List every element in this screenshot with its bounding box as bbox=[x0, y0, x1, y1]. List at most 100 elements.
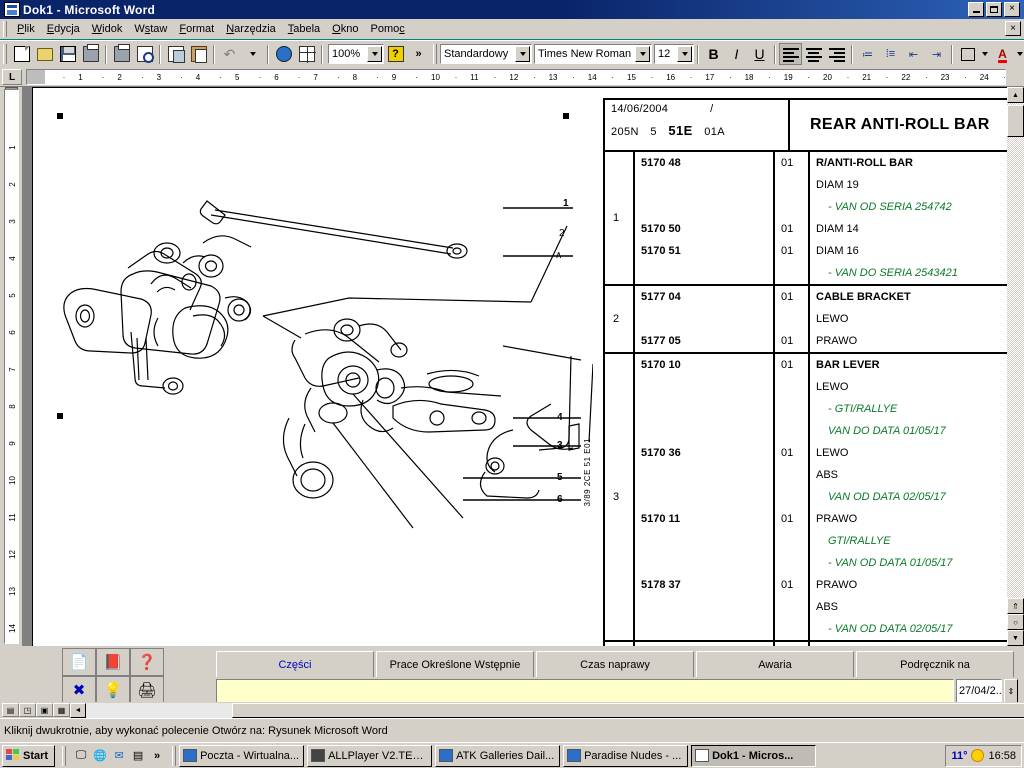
italic-button[interactable]: I bbox=[725, 43, 748, 65]
borders-button[interactable] bbox=[956, 43, 979, 65]
align-right-button[interactable] bbox=[825, 43, 848, 65]
horizontal-scroll-thumb[interactable] bbox=[232, 703, 1024, 718]
panel-tab-2[interactable]: Czas naprawy bbox=[536, 651, 694, 677]
menu-wstaw[interactable]: Wstaw bbox=[128, 21, 173, 37]
mail-button[interactable] bbox=[79, 43, 102, 65]
vertical-ruler[interactable]: 123456789101112131415 bbox=[0, 87, 22, 646]
bulleted-list-button[interactable]: ⁞≡ bbox=[879, 43, 902, 65]
outline-view-icon[interactable]: ▦ bbox=[53, 703, 70, 717]
style-combo[interactable]: Standardowy bbox=[440, 44, 532, 64]
lightbulb-icon[interactable]: 💡 bbox=[96, 676, 130, 704]
toolbar-overflow-standard[interactable]: » bbox=[407, 43, 430, 65]
align-left-button[interactable] bbox=[779, 43, 802, 65]
quicklaunch-drag-handle[interactable] bbox=[62, 746, 66, 766]
vertical-ruler-strip[interactable]: 123456789101112131415 bbox=[4, 89, 19, 644]
document-horizontal-scrollbar[interactable]: ▤ ◳ ▣ ▦ ◄ ► bbox=[0, 702, 1024, 718]
menu-pomoc[interactable]: Pomoc bbox=[364, 21, 410, 37]
font-size-dropdown-arrow[interactable] bbox=[677, 46, 692, 62]
date-spinner[interactable]: ⇕ bbox=[1004, 679, 1018, 703]
document-page[interactable]: 1 2 ∧ 4 3 5 6 3/89 2CE 51 E01 14/06/2004… bbox=[32, 87, 1012, 646]
scroll-up-button[interactable]: ▲ bbox=[1007, 87, 1024, 103]
question-mark-icon[interactable]: ❓ bbox=[130, 648, 164, 676]
panel-tab-4[interactable]: Podręcznik na bbox=[856, 651, 1014, 677]
sun-icon[interactable] bbox=[971, 749, 984, 762]
toolbar-drag-handle-standard[interactable] bbox=[3, 44, 7, 64]
media-player-icon[interactable]: ▤ bbox=[129, 746, 147, 766]
menu-edycja[interactable]: Edycja bbox=[41, 21, 86, 37]
font-size-combo[interactable]: 12 bbox=[654, 44, 694, 64]
vertical-scroll-thumb[interactable] bbox=[1007, 105, 1024, 137]
panel-input-field[interactable] bbox=[216, 679, 954, 703]
print-button[interactable] bbox=[110, 43, 133, 65]
normal-view-icon[interactable]: ▤ bbox=[2, 703, 19, 717]
print-preview-button[interactable] bbox=[133, 43, 156, 65]
ruler-strip[interactable]: 1·2·3·4·5·6·7·8·9·10·11·12·13·14·15·16·1… bbox=[26, 69, 1006, 85]
insert-hyperlink-button[interactable] bbox=[272, 43, 295, 65]
taskbar-button[interactable]: ALLPlayer V2.TES... bbox=[307, 745, 432, 767]
scroll-down-button[interactable]: ▼ bbox=[1007, 630, 1024, 646]
decrease-indent-button[interactable]: ⇤ bbox=[902, 43, 925, 65]
open-button[interactable] bbox=[33, 43, 56, 65]
menu-tabela[interactable]: Tabela bbox=[282, 21, 326, 37]
font-combo[interactable]: Times New Roman bbox=[534, 44, 652, 64]
document-vertical-scrollbar[interactable]: ▲ ⇑ ○ ▼ bbox=[1007, 87, 1024, 646]
tab-stop-selector[interactable]: L bbox=[2, 69, 22, 85]
taskbuttons-drag-handle[interactable] bbox=[172, 746, 176, 766]
scroll-left-button[interactable]: ◄ bbox=[70, 703, 86, 718]
documents-icon[interactable]: 📄 bbox=[62, 648, 96, 676]
align-center-button[interactable] bbox=[802, 43, 825, 65]
taskbar-button[interactable]: Poczta - Wirtualna... bbox=[179, 745, 304, 767]
panel-tab-1[interactable]: Prace Określone Wstępnie bbox=[376, 651, 534, 677]
start-button[interactable]: Start bbox=[2, 745, 55, 767]
minimize-button[interactable] bbox=[968, 2, 984, 17]
internet-explorer-icon[interactable]: 🌐 bbox=[91, 746, 109, 766]
increase-indent-button[interactable]: ⇥ bbox=[925, 43, 948, 65]
undo-dropdown[interactable] bbox=[241, 43, 264, 65]
font-dropdown-arrow[interactable] bbox=[635, 46, 650, 62]
help-button[interactable]: ? bbox=[384, 43, 407, 65]
panel-tab-0[interactable]: Części bbox=[216, 651, 374, 677]
menu-narzedzia[interactable]: Narzędzia bbox=[220, 21, 282, 37]
toolbar-drag-handle-formatting[interactable] bbox=[433, 44, 437, 64]
paste-button[interactable] bbox=[187, 43, 210, 65]
menu-okno[interactable]: Okno bbox=[326, 21, 364, 37]
undo-button[interactable]: ↶ bbox=[218, 43, 241, 65]
close-button[interactable]: × bbox=[1004, 2, 1020, 17]
menu-drag-handle[interactable] bbox=[3, 21, 7, 37]
horizontal-scroll-track[interactable] bbox=[86, 703, 1008, 718]
horizontal-ruler[interactable]: L 1·2·3·4·5·6·7·8·9·10·11·12·13·14·15·16… bbox=[0, 67, 1024, 87]
zoom-combo[interactable]: 100% bbox=[328, 44, 384, 64]
panel-date-field[interactable]: 27/04/2... bbox=[956, 679, 1002, 703]
tray-clock[interactable]: 16:58 bbox=[988, 750, 1016, 762]
web-layout-view-icon[interactable]: ◳ bbox=[19, 703, 36, 717]
copy-button[interactable] bbox=[164, 43, 187, 65]
print-layout-view-icon[interactable]: ▣ bbox=[36, 703, 53, 717]
save-button[interactable] bbox=[56, 43, 79, 65]
zoom-dropdown-arrow[interactable] bbox=[367, 46, 382, 62]
menu-plik[interactable]: PPliklik bbox=[11, 21, 41, 37]
quicklaunch-overflow[interactable]: » bbox=[148, 746, 166, 766]
font-color-button[interactable]: A bbox=[991, 43, 1014, 65]
document-close-button[interactable]: × bbox=[1005, 21, 1021, 36]
printer-icon[interactable]: 🖨 bbox=[130, 676, 164, 704]
document-canvas[interactable]: 1 2 ∧ 4 3 5 6 3/89 2CE 51 E01 14/06/2004… bbox=[22, 87, 1024, 646]
taskbar-button[interactable]: ATK Galleries Dail... bbox=[435, 745, 560, 767]
underline-button[interactable]: U bbox=[748, 43, 771, 65]
bold-button[interactable]: B bbox=[702, 43, 725, 65]
book-icon[interactable]: 📕 bbox=[96, 648, 130, 676]
taskbar-button[interactable]: Paradise Nudes - ... bbox=[563, 745, 688, 767]
vertical-scroll-track[interactable] bbox=[1007, 103, 1024, 598]
previous-page-button[interactable]: ⇑ bbox=[1007, 598, 1024, 614]
taskbar-button[interactable]: Dok1 - Micros... bbox=[691, 745, 816, 767]
technical-drawing[interactable]: 1 2 ∧ 4 3 5 6 3/89 2CE 51 E01 bbox=[33, 88, 593, 646]
menu-format[interactable]: Format bbox=[173, 21, 220, 37]
insert-table-button[interactable] bbox=[295, 43, 318, 65]
show-desktop-icon[interactable]: 🖵 bbox=[72, 746, 90, 766]
borders-dropdown[interactable] bbox=[979, 43, 991, 65]
no-entry-icon[interactable]: ✖ bbox=[62, 676, 96, 704]
new-document-button[interactable] bbox=[10, 43, 33, 65]
outlook-express-icon[interactable]: ✉ bbox=[110, 746, 128, 766]
style-dropdown-arrow[interactable] bbox=[515, 46, 530, 62]
numbered-list-button[interactable]: ≔ bbox=[856, 43, 879, 65]
select-browse-object-button[interactable]: ○ bbox=[1007, 614, 1024, 630]
